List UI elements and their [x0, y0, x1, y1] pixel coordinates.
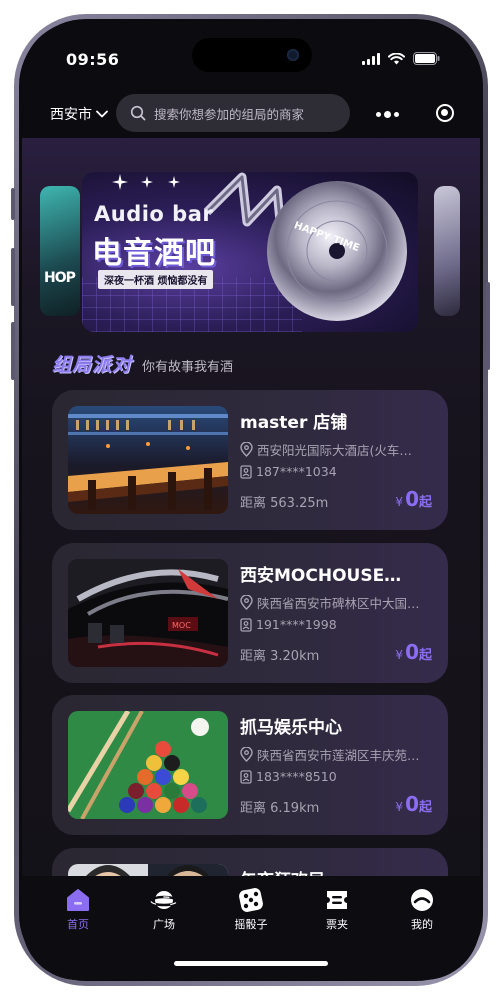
location-pin-icon: [240, 442, 253, 457]
venue-address: 西安阳光国际大酒店(火车…: [257, 443, 412, 458]
phone-contact-icon: [240, 769, 252, 784]
home-icon: [67, 889, 89, 911]
tab-label: 首页: [67, 918, 89, 931]
price-value: 0: [405, 487, 419, 511]
volume-down-button: [11, 322, 15, 380]
venue-name: master 店铺: [240, 413, 348, 433]
more-options-icon[interactable]: [376, 111, 399, 118]
price-currency: ¥: [395, 800, 404, 814]
venue-card[interactable]: master 店铺 西安阳光国际大酒店(火车… 187****1034 距离 5…: [52, 390, 448, 530]
search-bar[interactable]: 搜索你想参加的组局的商家: [116, 94, 350, 132]
venue-thumbnail-bar: [68, 406, 228, 514]
tab-label: 摇骰子: [234, 918, 268, 931]
section-subtitle: 你有故事我有酒: [142, 360, 234, 375]
price-suffix: 起: [418, 495, 432, 510]
banner-prev-slide[interactable]: HOP: [40, 186, 80, 316]
phone-contact-icon: [240, 617, 252, 632]
planet-icon: [150, 891, 178, 909]
tab-home[interactable]: 首页: [48, 884, 108, 932]
power-button: [486, 282, 490, 370]
profile-icon: [411, 889, 433, 911]
price-value: 0: [405, 640, 419, 664]
tab-label: 我的: [411, 918, 433, 931]
main-content: HOP Audio bar 电音酒吧 深夜一杯酒 烦恼都没有 HAPPY TIM…: [22, 138, 480, 980]
search-placeholder: 搜索你想参加的组局的商家: [154, 106, 305, 122]
tab-label: 广场: [153, 918, 175, 931]
section-title: 组局派对: [52, 354, 133, 376]
tab-label: 票夹: [326, 918, 348, 931]
home-indicator[interactable]: [174, 961, 328, 966]
section-header: 组局派对 你有故事我有酒: [52, 350, 233, 377]
venue-thumbnail-club: MOC: [68, 559, 228, 667]
bottom-tab-bar: 首页 广场 摇骰子 票夹 我的: [22, 876, 480, 980]
ticket-icon: [327, 891, 347, 909]
search-icon: [130, 105, 146, 121]
status-icons: [362, 52, 440, 65]
dynamic-island: [192, 38, 312, 72]
banner-title-en: Audio bar: [94, 202, 214, 226]
action-button: [11, 188, 15, 220]
venue-distance: 距离 6.19km: [240, 801, 320, 816]
venue-address-row: 陕西省西安市莲湖区丰庆苑…: [240, 745, 420, 764]
promo-banner[interactable]: Audio bar 电音酒吧 深夜一杯酒 烦恼都没有 HAPPY TIME: [82, 172, 418, 332]
location-pin-icon: [240, 595, 253, 610]
miniprogram-capsule: [366, 94, 458, 132]
venue-card[interactable]: MOC 西安MOCHOUSE… 陕西省西安市碑林区中大国… 191****199…: [52, 543, 448, 683]
banner-tagline: 深夜一杯酒 烦恼都没有: [98, 270, 214, 289]
banner-title-cn: 电音酒吧: [92, 236, 216, 271]
vinyl-record-icon: HAPPY TIME: [267, 181, 407, 321]
venue-price: ¥ 0 起: [395, 792, 432, 816]
venue-address-row: 西安阳光国际大酒店(火车…: [240, 440, 412, 459]
venue-phone-row: 183****8510: [240, 769, 337, 784]
venue-phone: 183****8510: [256, 769, 337, 784]
tab-dice[interactable]: 摇骰子: [221, 884, 281, 932]
venue-phone-row: 191****1998: [240, 617, 337, 632]
chevron-down-icon: [96, 110, 108, 118]
venue-price: ¥ 0 起: [395, 640, 432, 664]
venue-phone-row: 187****1034: [240, 464, 337, 479]
city-selector[interactable]: 西安市: [50, 104, 108, 124]
price-currency: ¥: [395, 648, 404, 662]
venue-name: 抓马娱乐中心: [240, 718, 342, 738]
app-screen: 09:56 西安市 搜索你想参加的组局的商家 HOP Audio bar 电音酒…: [22, 22, 480, 980]
location-pin-icon: [240, 747, 253, 762]
battery-icon: [413, 52, 440, 65]
dice-icon: [239, 888, 263, 912]
status-time: 09:56: [66, 50, 120, 69]
venue-name: 西安MOCHOUSE…: [240, 566, 402, 586]
svg-text:MOC: MOC: [172, 621, 191, 630]
tab-plaza[interactable]: 广场: [134, 884, 194, 932]
price-currency: ¥: [395, 495, 404, 509]
venue-phone: 191****1998: [256, 617, 337, 632]
app-header: 西安市 搜索你想参加的组局的商家: [22, 90, 480, 138]
volume-up-button: [11, 248, 15, 306]
wifi-icon: [388, 52, 405, 64]
city-label: 西安市: [50, 107, 92, 123]
cellular-signal-icon: [362, 52, 380, 65]
venue-address: 陕西省西安市莲湖区丰庆苑…: [257, 748, 420, 763]
price-suffix: 起: [418, 800, 432, 815]
venue-price: ¥ 0 起: [395, 487, 432, 511]
venue-phone: 187****1034: [256, 464, 337, 479]
camera-icon: [287, 49, 299, 61]
venue-address-row: 陕西省西安市碑林区中大国…: [240, 593, 420, 612]
venue-distance: 距离 3.20km: [240, 649, 320, 664]
phone-contact-icon: [240, 464, 252, 479]
sparkle-icon: [112, 174, 180, 190]
venue-address: 陕西省西安市碑林区中大国…: [257, 596, 420, 611]
price-suffix: 起: [418, 648, 432, 663]
banner-side-text: HOP: [44, 270, 76, 286]
banner-next-slide[interactable]: [434, 186, 460, 316]
tab-profile[interactable]: 我的: [392, 884, 452, 932]
venue-distance: 距离 563.25m: [240, 496, 329, 511]
venue-thumbnail-billiards: [68, 711, 228, 819]
tab-tickets[interactable]: 票夹: [307, 884, 367, 932]
price-value: 0: [405, 792, 419, 816]
venue-card[interactable]: 抓马娱乐中心 陕西省西安市莲湖区丰庆苑… 183****8510 距离 6.19…: [52, 695, 448, 835]
close-miniprogram-icon[interactable]: [436, 104, 454, 122]
